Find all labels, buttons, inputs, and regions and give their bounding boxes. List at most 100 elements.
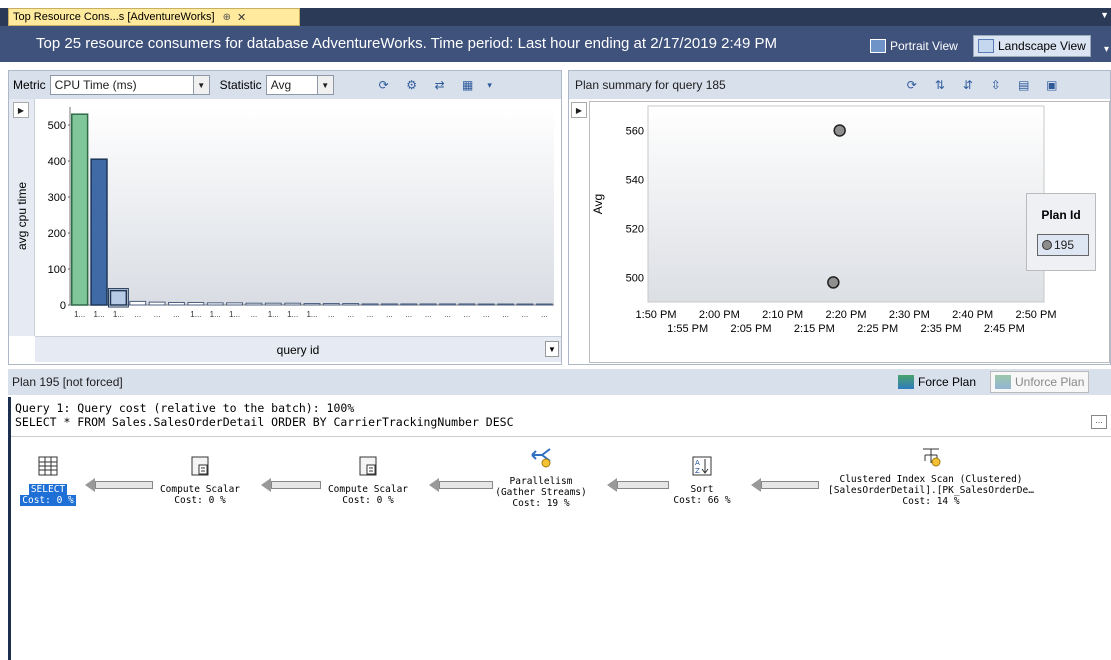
- y-tick-label: 100: [48, 264, 66, 276]
- bar: [322, 303, 340, 306]
- plan-node-subtitle: [SalesOrderDetail].[PK_SalesOrderDe…: [828, 485, 1034, 496]
- close-icon[interactable]: ✕: [237, 11, 246, 24]
- bar: [284, 302, 302, 306]
- legend-marker: [1042, 240, 1052, 250]
- force-plan-icon[interactable]: ⇵: [958, 75, 978, 95]
- expand-arrow-icon[interactable]: ▶: [13, 102, 29, 118]
- x-tick-label: 1...: [93, 310, 104, 319]
- track-query-icon[interactable]: ⇄: [430, 75, 450, 95]
- svg-text:Z: Z: [695, 467, 700, 475]
- x-tick-label: ...: [444, 310, 451, 319]
- x-tick-label: ...: [425, 310, 432, 319]
- parallelism-icon: [531, 448, 551, 468]
- plan-node-title: Sort: [690, 484, 714, 495]
- plan-node-select[interactable]: SELECT Cost: 0 %: [15, 455, 81, 506]
- bar-chart-y-title: avg cpu time: [15, 181, 29, 251]
- portrait-view-button[interactable]: Portrait View: [866, 35, 962, 57]
- bar: [419, 303, 437, 306]
- legend-entry-195[interactable]: 195: [1037, 234, 1089, 256]
- compare-plans-icon[interactable]: ⇅: [930, 75, 950, 95]
- bar: [129, 300, 147, 306]
- y-tick-label: 500: [626, 273, 644, 285]
- x-tick-label: 2:30 PM: [889, 309, 930, 321]
- header-overflow-icon[interactable]: ▾: [1104, 44, 1109, 55]
- x-tick-label: 2:00 PM: [699, 309, 740, 321]
- plot-background: [647, 105, 1045, 303]
- bar: [226, 302, 243, 306]
- y-tick-label: 520: [626, 224, 644, 236]
- x-tick-label: 2:15 PM: [794, 323, 835, 335]
- bar: [477, 303, 495, 306]
- x-tick-label: 2:50 PM: [1016, 309, 1057, 321]
- statistic-select[interactable]: Avg ▼: [265, 75, 334, 95]
- plan-node-title: Clustered Index Scan (Clustered): [839, 474, 1023, 485]
- plan-node-cost: Cost: 14 %: [902, 496, 960, 507]
- plan-status-label: Plan 195 [not forced]: [12, 375, 123, 389]
- query-sql-line: SELECT * FROM Sales.SalesOrderDetail ORD…: [15, 415, 514, 429]
- legend-title: Plan Id: [1041, 208, 1081, 222]
- x-tick-label: ...: [251, 310, 258, 319]
- plan-node-clustered-index-scan[interactable]: Clustered Index Scan (Clustered) [SalesO…: [811, 445, 1051, 507]
- x-tick-label: 2:40 PM: [952, 309, 993, 321]
- flow-arrow: [271, 481, 321, 489]
- x-tick-label: 1:55 PM: [667, 323, 708, 335]
- metric-label: Metric: [13, 78, 46, 92]
- grid-view-icon[interactable]: ▤: [1014, 75, 1034, 95]
- bar: [90, 158, 108, 306]
- metric-select[interactable]: CPU Time (ms) ▼: [49, 75, 210, 95]
- chart-view-icon[interactable]: ▣: [1042, 75, 1062, 95]
- chart-toolbar: Metric CPU Time (ms) ▼ Statistic Avg ▼ ⟳…: [9, 71, 561, 99]
- bar: [342, 303, 360, 306]
- svg-text:A: A: [695, 459, 700, 467]
- x-tick-label: ...: [483, 310, 490, 319]
- y-tick-label: 560: [626, 126, 644, 138]
- plan-node-cost: Cost: 19 %: [512, 498, 570, 509]
- bar: [400, 303, 418, 306]
- plan-node-parallelism[interactable]: Parallelism (Gather Streams) Cost: 19 %: [481, 447, 601, 509]
- bar: [439, 303, 456, 306]
- expand-arrow-icon[interactable]: ▶: [571, 102, 587, 118]
- scatter-y-title: Avg: [591, 194, 605, 214]
- compute-scalar-icon: [191, 456, 209, 476]
- refresh-icon[interactable]: ⟳: [902, 75, 922, 95]
- x-tick-label: 2:20 PM: [826, 309, 867, 321]
- tab-list-dropdown-icon[interactable]: ▼: [1100, 10, 1109, 20]
- bar: [245, 302, 263, 306]
- unforce-plan-icon[interactable]: ⇳: [986, 75, 1006, 95]
- statistic-select-value: Avg: [270, 78, 292, 92]
- force-plan-button[interactable]: Force Plan: [894, 371, 980, 393]
- chevron-down-icon[interactable]: ▼: [192, 76, 209, 94]
- query-text: Query 1: Query cost (relative to the bat…: [15, 401, 514, 429]
- y-tick-label: 200: [48, 228, 66, 240]
- x-tick-label: ...: [522, 310, 529, 319]
- bar: [303, 303, 321, 306]
- plan-node-compute-scalar[interactable]: Compute Scalar Cost: 0 %: [313, 455, 423, 506]
- x-tick-label: 2:10 PM: [762, 309, 803, 321]
- document-tab[interactable]: Top Resource Cons...s [AdventureWorks] ⊕…: [8, 8, 300, 26]
- landscape-view-button[interactable]: Landscape View: [973, 35, 1091, 57]
- bar-chart: 0 100 200 300 400 500 1... 1... 1............ 1..…: [48, 107, 554, 319]
- toolbar-overflow-icon[interactable]: ▾: [480, 75, 500, 95]
- expand-query-icon[interactable]: …: [1091, 415, 1107, 429]
- flow-arrow: [439, 481, 493, 489]
- plan-node-sort[interactable]: AZ Sort Cost: 66 %: [657, 455, 747, 506]
- unforce-plan-button[interactable]: Unforce Plan: [990, 371, 1090, 393]
- x-tick-label: 1...: [287, 310, 298, 319]
- x-tick-label: ...: [367, 310, 374, 319]
- bar-chart-area: ▶ avg cpu time 0 100 200 300 400 500 1... 1... 1…: [9, 99, 561, 364]
- refresh-icon[interactable]: ⟳: [374, 75, 394, 95]
- top-queries-chart-pane: Metric CPU Time (ms) ▼ Statistic Avg ▼ ⟳…: [8, 70, 562, 365]
- sort-icon: AZ: [692, 456, 712, 476]
- x-tick-label: 2:35 PM: [921, 323, 962, 335]
- grid-view-icon[interactable]: ▦: [458, 75, 478, 95]
- bar: [264, 302, 282, 306]
- y-tick-label: 300: [48, 192, 66, 204]
- pin-icon[interactable]: ⊕: [223, 12, 231, 23]
- statistic-label: Statistic: [219, 78, 262, 92]
- flow-arrow-head: [429, 478, 439, 492]
- chevron-down-icon[interactable]: ▼: [545, 341, 559, 357]
- plan-node-compute-scalar[interactable]: Compute Scalar Cost: 0 %: [145, 455, 255, 506]
- bar-chart-x-title-text: query id: [276, 342, 320, 357]
- chevron-down-icon[interactable]: ▼: [316, 76, 333, 94]
- configure-icon[interactable]: ⚙: [402, 75, 422, 95]
